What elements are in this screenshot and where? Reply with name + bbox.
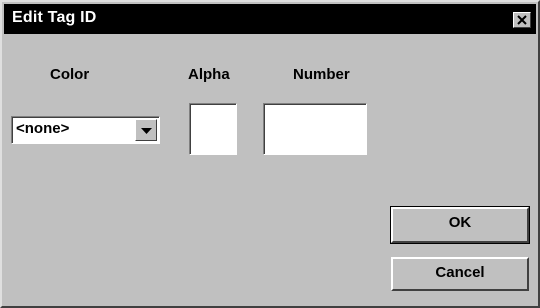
close-icon (517, 15, 527, 25)
ok-button-label: OK (448, 214, 472, 231)
alpha-label: Alpha (188, 66, 230, 83)
number-label: Number (293, 66, 350, 83)
color-dropdown-button[interactable] (135, 119, 157, 141)
color-dropdown-value: <none> (16, 120, 70, 137)
cancel-button-label: Cancel (435, 264, 485, 281)
alpha-field[interactable] (189, 103, 237, 155)
title-bar[interactable]: Edit Tag ID (4, 4, 536, 34)
window-title: Edit Tag ID (12, 9, 97, 26)
cancel-button[interactable]: Cancel (391, 257, 529, 291)
close-button[interactable] (513, 12, 531, 28)
number-field[interactable] (263, 103, 367, 155)
edit-tag-id-dialog: Edit Tag ID Color Alpha Number <none> OK… (0, 0, 540, 308)
color-label: Color (50, 66, 90, 83)
ok-button[interactable]: OK (390, 206, 530, 244)
chevron-down-icon (141, 128, 152, 134)
color-dropdown[interactable]: <none> (11, 116, 160, 144)
